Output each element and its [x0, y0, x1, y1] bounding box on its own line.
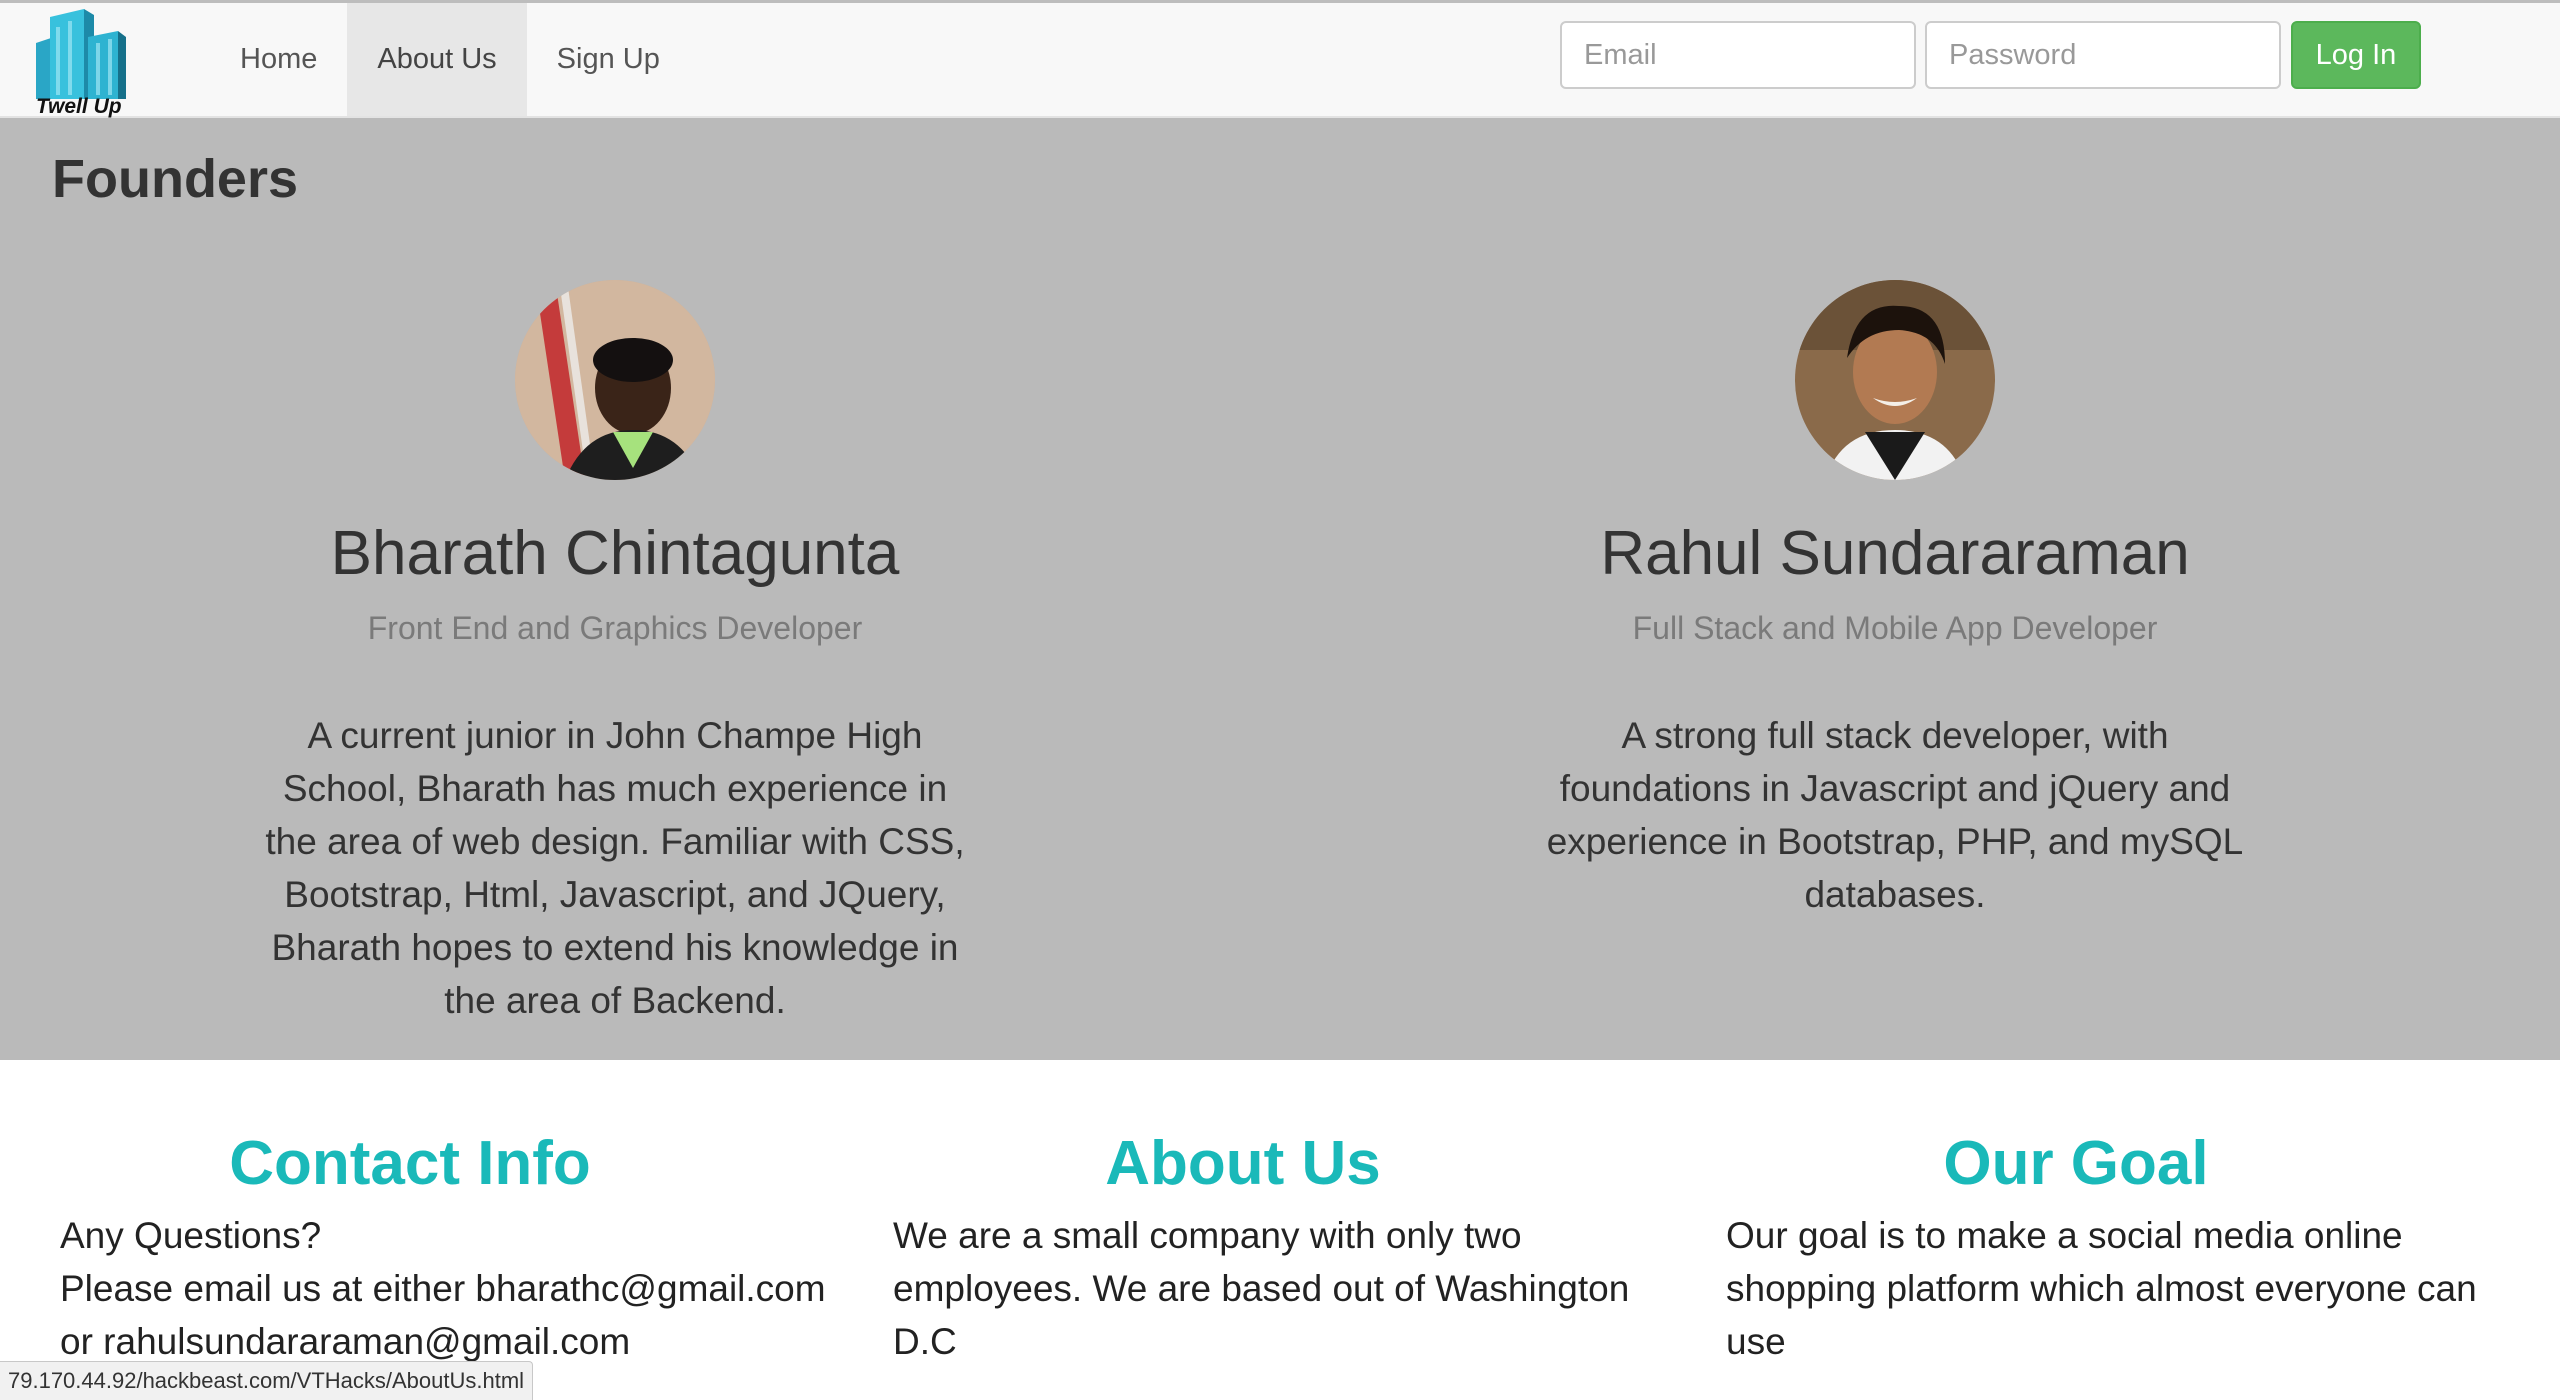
nav-link-sign-up[interactable]: Sign Up: [527, 3, 690, 116]
avatar: [1795, 280, 1995, 480]
email-input[interactable]: [1560, 21, 1916, 89]
contact-info-text: Any Questions? Please email us at either…: [60, 1209, 860, 1368]
nav-links: Home About Us Sign Up: [210, 3, 690, 116]
about-us-section: About Us We are a small company with onl…: [893, 1128, 1693, 1368]
contact-info-heading: Contact Info: [229, 1129, 591, 1198]
founders-section: Founders Bharath Chintagunta Front End a…: [0, 118, 2560, 1060]
founder-bio: A current junior in John Champe High Sch…: [265, 715, 965, 1022]
about-us-text: We are a small company with only two emp…: [893, 1215, 1630, 1362]
navbar: Twell Up Home About Us Sign Up Log In: [0, 0, 2560, 118]
our-goal-text: Our goal is to make a social media onlin…: [1726, 1215, 2477, 1362]
status-bar-url: 79.170.44.92/hackbeast.com/VTHacks/About…: [0, 1361, 534, 1400]
founder-card: Rahul Sundararaman Full Stack and Mobile…: [1515, 280, 2275, 921]
about-us-heading: About Us: [1105, 1129, 1381, 1198]
password-input[interactable]: [1925, 21, 2281, 89]
avatar: [515, 280, 715, 480]
contact-line-questions: Any Questions?: [60, 1215, 322, 1256]
founder-bio: A strong full stack developer, with foun…: [1546, 715, 2244, 916]
founder-name: Bharath Chintagunta: [330, 519, 900, 588]
our-goal-section: Our Goal Our goal is to make a social me…: [1726, 1128, 2526, 1368]
buildings-logo-icon: [36, 9, 126, 99]
login-button[interactable]: Log In: [2291, 21, 2421, 89]
founder-card: Bharath Chintagunta Front End and Graphi…: [235, 280, 995, 1027]
founder-photo-bharath: [515, 280, 715, 480]
founders-title: Founders: [52, 149, 299, 209]
brand-name: Twell Up: [36, 95, 122, 118]
nav-link-home[interactable]: Home: [210, 3, 347, 116]
our-goal-heading: Our Goal: [1943, 1129, 2209, 1198]
contact-info-section: Contact Info Any Questions? Please email…: [60, 1128, 860, 1368]
founder-name: Rahul Sundararaman: [1600, 519, 2190, 588]
founder-role: Full Stack and Mobile App Developer: [1632, 610, 2158, 647]
login-form: Log In: [1560, 21, 2421, 89]
nav-link-about-us[interactable]: About Us: [347, 3, 527, 116]
contact-line-email: Please email us at either bharathc@gmail…: [60, 1268, 826, 1309]
founder-photo-rahul: [1795, 280, 1995, 480]
founder-role: Front End and Graphics Developer: [367, 610, 863, 647]
brand-logo[interactable]: Twell Up: [32, 7, 136, 118]
